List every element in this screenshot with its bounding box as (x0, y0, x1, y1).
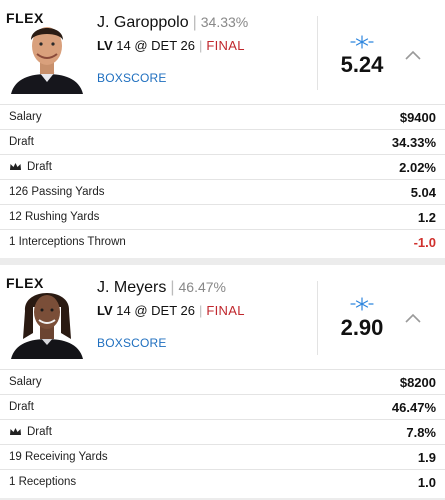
player-header: FLEX J. Meyers | 46.47% LV 14 @ DET 26 | FIN… (0, 265, 445, 369)
separator: | (170, 279, 175, 296)
crown-icon (10, 163, 21, 170)
stat-value: 1.0 (417, 475, 436, 490)
stat-label: 1 Interceptions Thrown (9, 236, 126, 248)
position-label: FLEX (6, 10, 44, 26)
stat-value: 2.02% (399, 160, 436, 175)
matchup-line: LV 14 @ DET 26 | FINAL (97, 303, 245, 318)
stat-row-interceptions: 1 Interceptions Thrown -1.0 (0, 229, 445, 254)
player-name[interactable]: J. Garoppolo (97, 14, 189, 31)
stat-value: $9400 (399, 110, 436, 125)
player-photo (9, 281, 85, 359)
boxscore-link[interactable]: BOXSCORE (97, 71, 167, 85)
stat-label: Draft (9, 401, 34, 413)
stat-row-draft: Draft 34.33% (0, 129, 445, 154)
crown-icon (10, 428, 21, 435)
stat-rows: Salary $9400 Draft 34.33% Draft 2.02% 12… (0, 104, 445, 254)
fantasy-points: 5.24 (340, 52, 384, 77)
player-name[interactable]: J. Meyers (97, 279, 166, 296)
stat-row-receiving-yards: 19 Receiving Yards 1.9 (0, 444, 445, 469)
stat-value: 46.47% (391, 400, 436, 415)
game-status: FINAL (206, 303, 245, 318)
stat-value: 5.04 (410, 185, 436, 200)
stat-value: 1.2 (417, 210, 436, 225)
ownership-pct: 46.47% (178, 279, 226, 295)
stat-value: 34.33% (391, 135, 436, 150)
stat-label: Salary (9, 376, 42, 388)
chevron-up-icon[interactable] (405, 50, 421, 60)
stat-rows: Salary $8200 Draft 46.47% Draft 7.8% 19 … (0, 369, 445, 494)
stat-value: -1.0 (413, 235, 436, 250)
stat-value: 1.9 (417, 450, 436, 465)
player-headshot-icon (9, 281, 85, 359)
chevron-up-icon[interactable] (405, 313, 421, 323)
player-card: FLEX J. Meyers | 46.47% LV 14 @ DET 26 | FIN… (0, 265, 445, 498)
header-divider (317, 281, 318, 355)
fantasy-points: 2.90 (340, 315, 384, 340)
matchup-score: 14 @ DET 26 (116, 38, 195, 53)
matchup-team: LV (97, 303, 113, 318)
player-name-line: J. Garoppolo | 34.33% (97, 14, 248, 32)
player-header: FLEX J. Garoppolo | 34.33% LV 14 @ DET 26 |… (0, 0, 445, 104)
stat-row-crown-draft: Draft 2.02% (0, 154, 445, 179)
stat-row-rushing-yards: 12 Rushing Yards 1.2 (0, 204, 445, 229)
player-card: FLEX J. Garoppolo | 34.33% LV 14 @ DET 26 |… (0, 0, 445, 258)
stat-label: Draft (27, 426, 52, 438)
separator: | (199, 38, 203, 53)
player-name-line: J. Meyers | 46.47% (97, 279, 226, 297)
stat-row-salary: Salary $8200 (0, 369, 445, 394)
snowflake-icon (350, 297, 374, 311)
stat-row-draft: Draft 46.47% (0, 394, 445, 419)
stat-label: 1 Receptions (9, 476, 77, 488)
stat-label: 19 Receiving Yards (9, 451, 108, 463)
stat-value: $8200 (399, 375, 436, 390)
ownership-pct: 34.33% (200, 14, 249, 30)
stat-label: Salary (9, 111, 42, 123)
stat-row-receptions: 1 Receptions 1.0 (0, 469, 445, 494)
stat-label: 126 Passing Yards (9, 186, 105, 198)
snowflake-icon (350, 35, 374, 49)
stat-label: 12 Rushing Yards (9, 211, 100, 223)
separator: | (199, 303, 203, 318)
player-headshot-icon (9, 16, 85, 94)
stat-row-salary: Salary $9400 (0, 104, 445, 129)
game-status: FINAL (206, 38, 245, 53)
position-label: FLEX (6, 275, 44, 291)
matchup-score: 14 @ DET 26 (116, 303, 195, 318)
stat-label: Draft (27, 161, 52, 173)
stat-row-crown-draft: Draft 7.8% (0, 419, 445, 444)
matchup-line: LV 14 @ DET 26 | FINAL (97, 38, 245, 53)
boxscore-link[interactable]: BOXSCORE (97, 336, 167, 350)
separator: | (192, 14, 197, 31)
stat-label: Draft (9, 136, 34, 148)
player-photo (9, 16, 85, 94)
matchup-team: LV (97, 38, 113, 53)
stat-value: 7.8% (406, 425, 436, 440)
stat-row-passing-yards: 126 Passing Yards 5.04 (0, 179, 445, 204)
header-divider (317, 16, 318, 90)
